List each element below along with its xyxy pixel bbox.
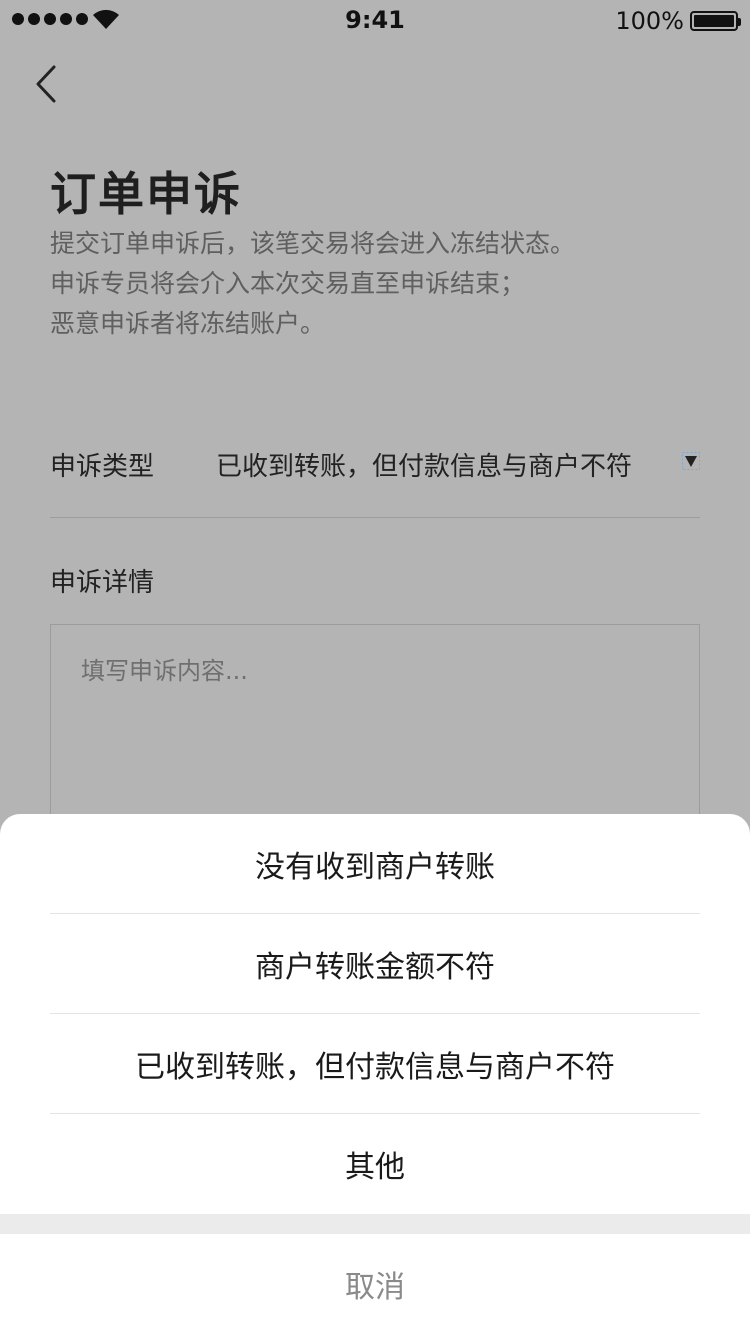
page-title: 订单申诉 [50,167,242,221]
appeal-type-select[interactable]: 申诉类型 已收到转账，但付款信息与商户不符 [50,438,700,518]
sheet-separator [0,1214,750,1234]
option-amount-mismatch[interactable]: 商户转账金额不符 [0,914,750,1014]
action-sheet: 没有收到商户转账 商户转账金额不符 已收到转账，但付款信息与商户不符 其他 取消 [0,814,750,1334]
appeal-type-value: 已收到转账，但付款信息与商户不符 [216,452,633,482]
appeal-type-label: 申诉类型 [50,452,155,482]
appeal-detail-label: 申诉详情 [50,568,155,598]
option-other[interactable]: 其他 [0,1114,750,1214]
dropdown-arrow-icon [682,452,700,470]
page-description: 提交订单申诉后，该笔交易将会进入冻结状态。 申诉专员将会介入本次交易直至申诉结束… [50,224,575,344]
description-line: 恶意申诉者将冻结账户。 [50,309,326,338]
status-bar: 9:41 100% [0,0,750,40]
description-line: 申诉专员将会介入本次交易直至申诉结束； [50,269,526,298]
battery-percentage: 100% [615,7,684,35]
cancel-button[interactable]: 取消 [0,1234,750,1334]
description-line: 提交订单申诉后，该笔交易将会进入冻结状态。 [50,229,576,258]
option-info-mismatch[interactable]: 已收到转账，但付款信息与商户不符 [0,1014,750,1114]
battery-icon [690,11,741,31]
back-icon[interactable] [28,62,68,106]
option-not-received[interactable]: 没有收到商户转账 [0,814,750,914]
